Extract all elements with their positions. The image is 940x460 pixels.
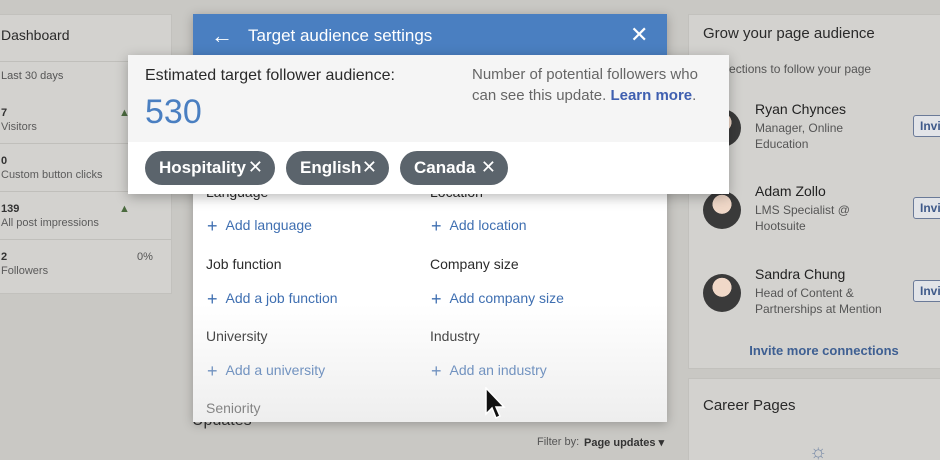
learn-more-link[interactable]: Learn more — [610, 87, 692, 104]
chip-hospitality[interactable]: Hospitality ✕ — [145, 151, 275, 185]
career-title: Career Pages — [703, 397, 796, 414]
add-job-function-label: Add a job function — [225, 290, 338, 306]
remove-chip-icon[interactable]: ✕ — [481, 157, 496, 178]
career-pages-card: Career Pages ☼ — [688, 378, 940, 460]
add-language-label: Add language — [225, 217, 312, 233]
stat-value: 7 — [1, 107, 8, 119]
person-suggestion: Sandra Chung Head of Content & Partnersh… — [703, 266, 940, 336]
avatar[interactable] — [703, 191, 741, 229]
stat-label: Visitors — [1, 121, 37, 133]
add-company-size-link[interactable]: + Add company size — [431, 289, 564, 310]
person-name[interactable]: Sandra Chung — [755, 266, 845, 282]
chip-english[interactable]: English ✕ — [286, 151, 389, 185]
grow-title: Grow your page audience — [703, 25, 875, 42]
plus-icon: + — [207, 289, 218, 309]
invite-button[interactable]: Invite — [913, 115, 940, 137]
add-location-link[interactable]: + Add location — [431, 216, 527, 237]
divider — [0, 239, 171, 240]
stat-value: 139 — [1, 203, 20, 215]
chip-label: English — [300, 158, 362, 177]
add-language-link[interactable]: + Add language — [207, 216, 312, 237]
estimate-note: Number of potential followers who can se… — [472, 64, 722, 106]
invite-button[interactable]: Invite — [913, 197, 940, 219]
trend-percent: 0% — [137, 251, 153, 263]
chip-label: Hospitality — [159, 158, 246, 177]
remove-chip-icon[interactable]: ✕ — [248, 157, 263, 178]
invite-more-link[interactable]: Invite more connections — [689, 343, 940, 358]
stat-label: Custom button clicks — [1, 169, 103, 181]
close-icon[interactable]: ✕ — [630, 22, 648, 48]
stat-impressions[interactable]: 139 All post impressions — [1, 203, 99, 229]
add-location-label: Add location — [449, 217, 527, 233]
estimate-count: 530 — [145, 93, 202, 131]
add-university-link[interactable]: + Add a university — [207, 361, 325, 382]
period-label: Last 30 days — [1, 70, 64, 82]
field-label-industry: Industry — [430, 328, 480, 344]
avatar[interactable] — [703, 274, 741, 312]
plus-icon: + — [431, 216, 442, 236]
field-label-seniority: Seniority — [206, 400, 261, 416]
remove-chip-icon[interactable]: ✕ — [362, 157, 377, 178]
stat-value: 0 — [1, 155, 8, 167]
stat-button-clicks[interactable]: 0 Custom button clicks — [1, 155, 102, 181]
plus-icon: + — [207, 216, 218, 236]
add-industry-label: Add an industry — [449, 362, 547, 378]
field-label-university: University — [206, 328, 268, 344]
trend-up-icon: ▲ — [119, 203, 130, 215]
stat-label: Followers — [1, 265, 49, 277]
plus-icon: + — [431, 361, 442, 381]
add-company-size-label: Add company size — [449, 290, 564, 306]
add-job-function-link[interactable]: + Add a job function — [207, 289, 338, 310]
field-label-company-size: Company size — [430, 256, 519, 272]
filter-label: Filter by: — [537, 436, 580, 448]
person-role: Head of Content & Partnerships at Mentio… — [755, 286, 882, 316]
person-suggestion: Adam Zollo LMS Specialist @ Hootsuite In… — [703, 183, 940, 253]
chip-canada[interactable]: Canada ✕ — [400, 151, 508, 185]
person-name[interactable]: Ryan Chynces — [755, 101, 846, 117]
period: . — [692, 87, 697, 104]
field-label-job-function: Job function — [206, 256, 282, 272]
person-role: Manager, Online Education — [755, 121, 844, 151]
plus-icon: + — [207, 361, 218, 381]
plus-icon: + — [431, 289, 442, 309]
filter-chips-row: Hospitality ✕ English ✕ Canada ✕ — [128, 142, 729, 194]
person-role: LMS Specialist @ Hootsuite — [755, 203, 850, 233]
estimate-label: Estimated target follower audience: — [145, 67, 395, 84]
add-industry-link[interactable]: + Add an industry — [431, 361, 547, 382]
person-name[interactable]: Adam Zollo — [755, 183, 826, 199]
mouse-cursor-icon — [485, 387, 506, 420]
modal-title: Target audience settings — [248, 26, 433, 45]
stat-value: 2 — [1, 251, 8, 263]
add-university-label: Add a university — [225, 362, 326, 378]
invite-button[interactable]: Invite — [913, 280, 940, 302]
modal-header: ← Target audience settings ✕ — [193, 14, 667, 56]
chip-label: Canada — [414, 158, 476, 177]
filter-dropdown[interactable]: Page updates ▾ — [584, 436, 664, 449]
lightbulb-icon: ☼ — [809, 441, 828, 460]
back-arrow-icon[interactable]: ← — [211, 23, 233, 49]
person-suggestion: Ryan Chynces Manager, Online Education I… — [703, 101, 940, 171]
dashboard-title: Dashboard — [1, 27, 70, 43]
estimate-panel: Estimated target follower audience: 530 … — [128, 55, 729, 194]
stat-label: All post impressions — [1, 217, 99, 229]
stat-visitors[interactable]: 7 Visitors — [1, 107, 37, 133]
stat-followers[interactable]: 2 Followers — [1, 251, 48, 277]
